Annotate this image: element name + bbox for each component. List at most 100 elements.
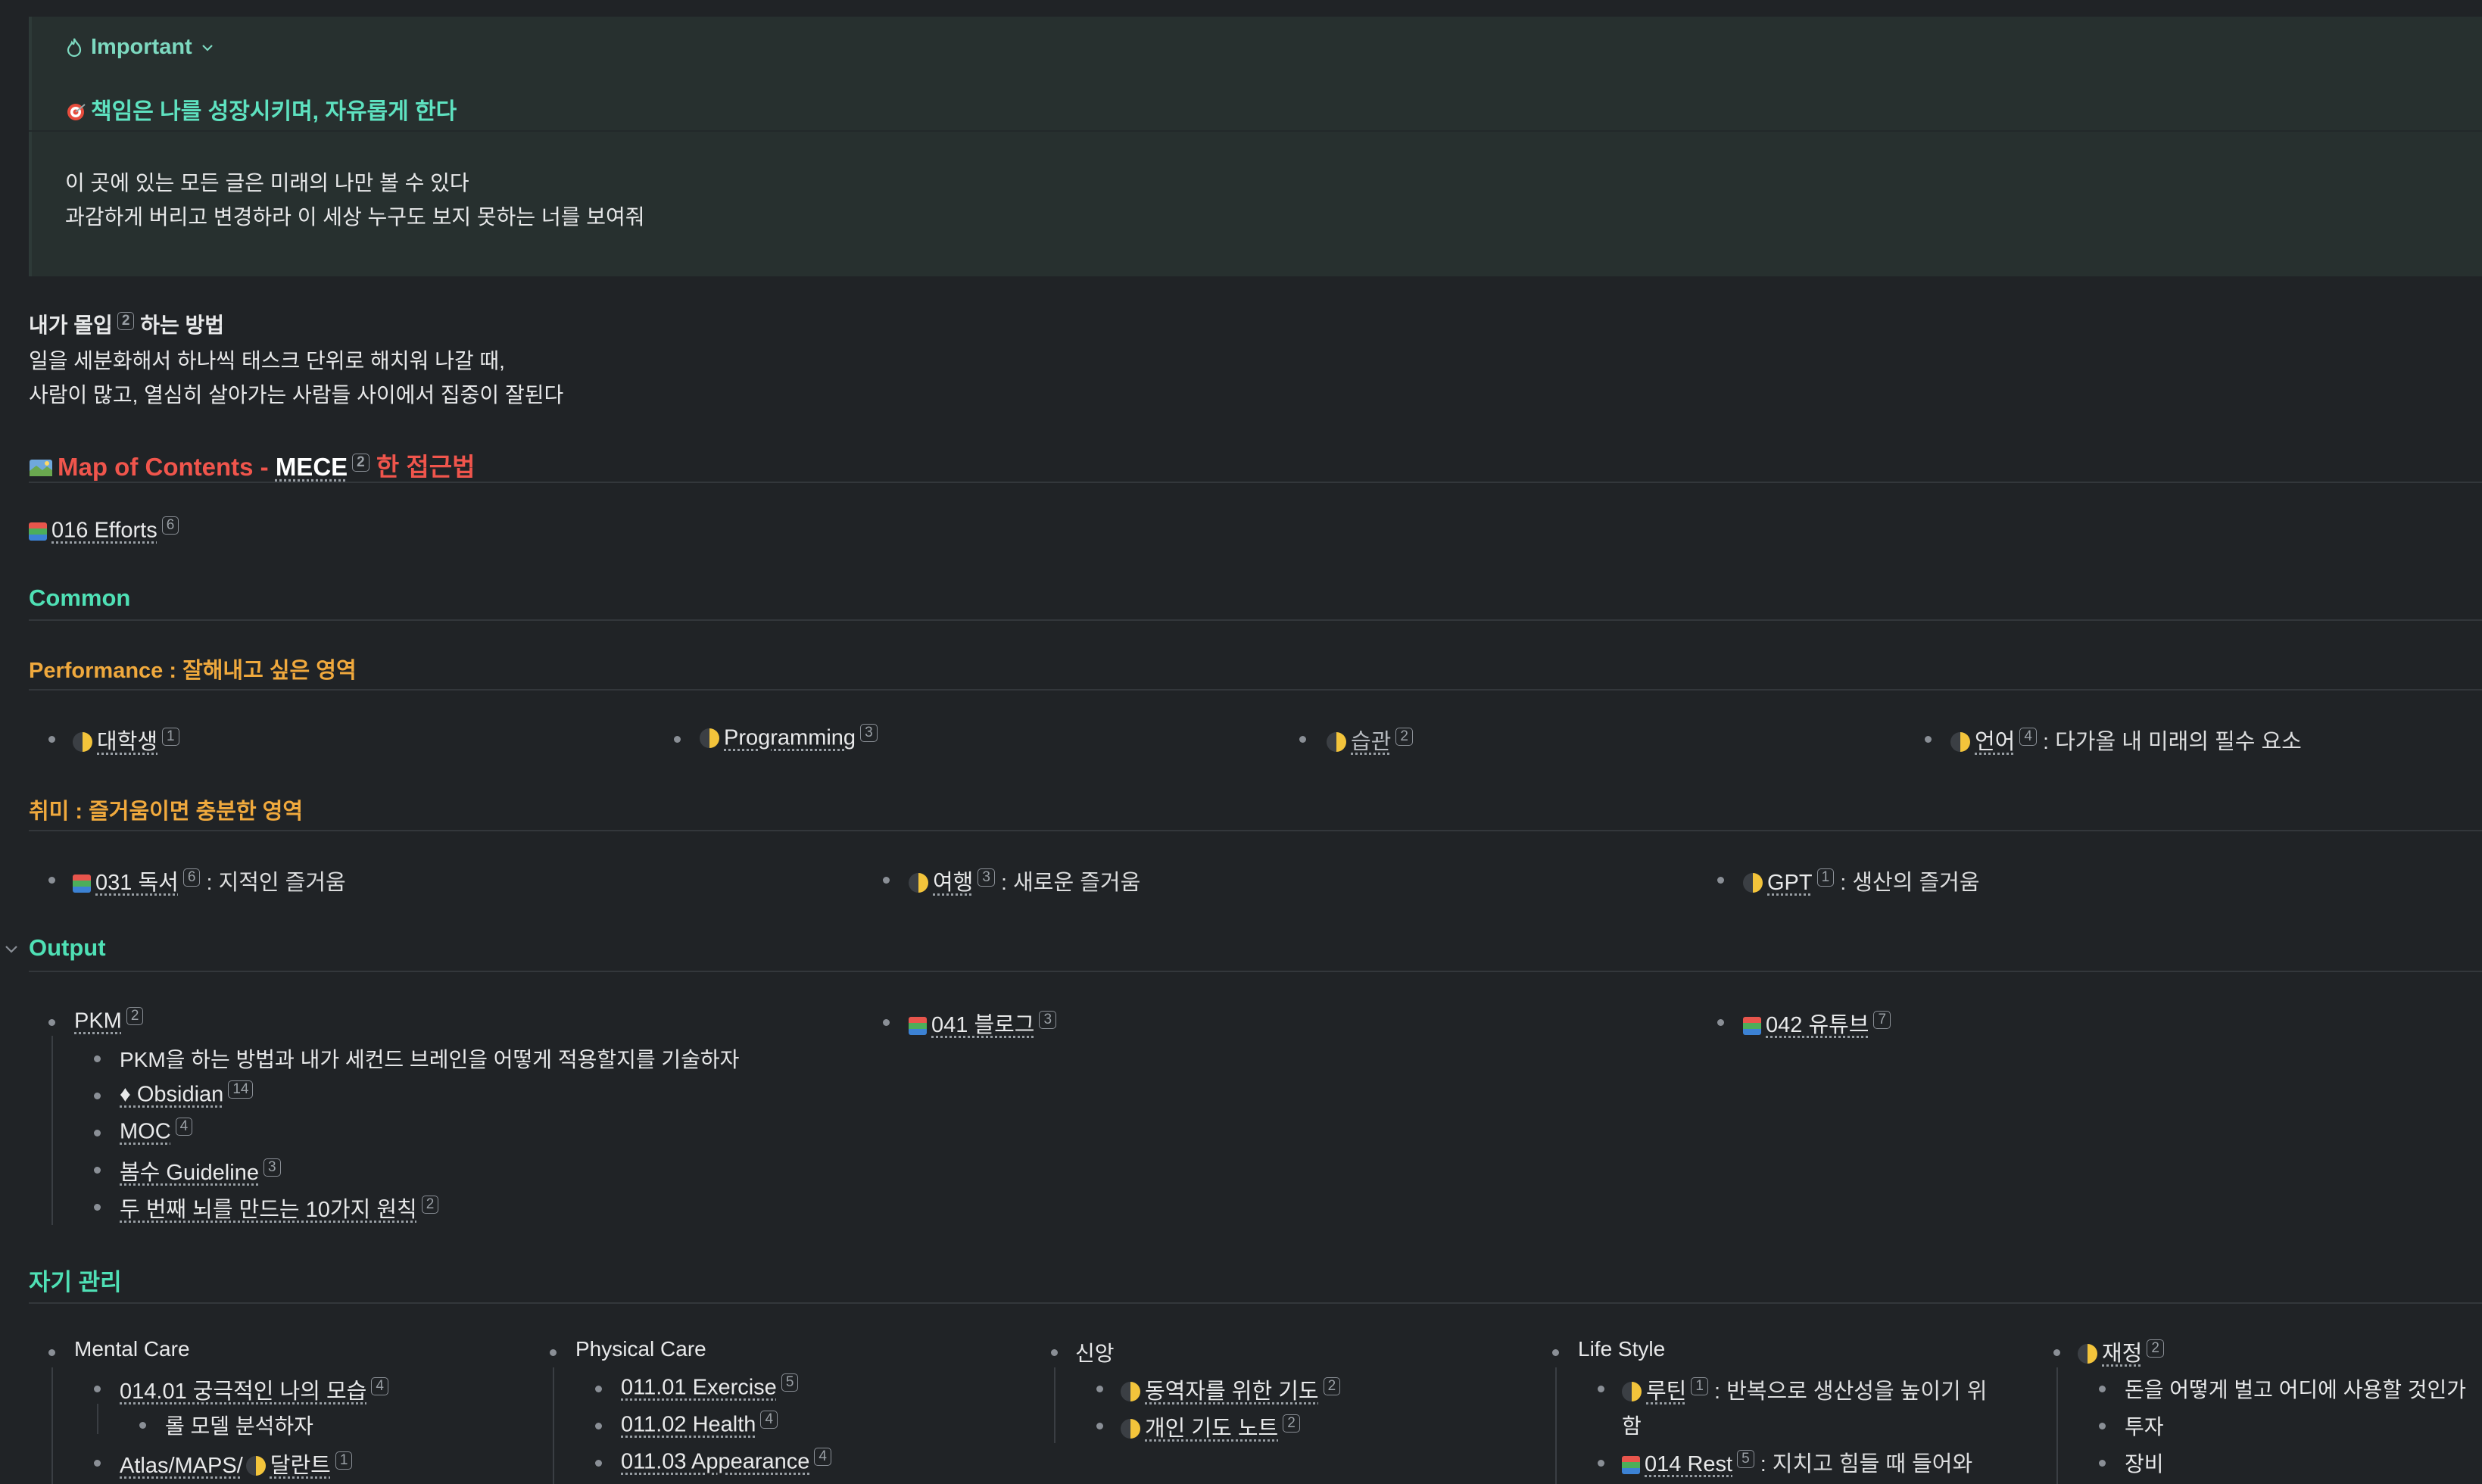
link-count-badge: 6 (161, 516, 179, 535)
guideline-link[interactable]: 봄수 Guideline (120, 1161, 259, 1185)
link-count-badge: 6 (182, 868, 201, 887)
blog-link[interactable]: 041 블로그 (931, 1013, 1034, 1037)
list-item[interactable]: 언어 4 : 다가올 내 미래의 필수 요소 (1950, 724, 2302, 756)
link-count-badge: 4 (2019, 728, 2037, 747)
appearance-link[interactable]: 011.03 Appearance (621, 1450, 809, 1474)
list-item[interactable]: 041 블로그 3 (909, 1007, 1057, 1039)
list-item[interactable]: 042 유튜브 7 (1743, 1007, 1891, 1039)
list-item[interactable]: 011.02 Health 4 (621, 1411, 778, 1438)
goal-text: 책임은 나를 성장시키며, 자유롭게 한다 (91, 99, 457, 124)
obsidian-link[interactable]: ♦ Obsidian (120, 1083, 223, 1107)
indent-guide (1054, 1367, 1055, 1443)
bullet (1051, 1349, 1058, 1356)
university-link[interactable]: 대학생 (97, 730, 157, 754)
divider (29, 482, 2482, 483)
list-item[interactable]: Atlas/MAPS/달란트 1 (120, 1448, 353, 1479)
divider (29, 619, 2482, 621)
youtube-link[interactable]: 042 유튜브 (1766, 1013, 1869, 1037)
reading-link[interactable]: 031 독서 (95, 871, 179, 895)
list-item[interactable]: 재정 2 (2078, 1336, 2164, 1367)
health-link[interactable]: 011.02 Health (621, 1413, 756, 1437)
efforts-link[interactable]: 016 Efforts (51, 519, 157, 543)
moon-icon (1121, 1419, 1140, 1439)
bullet (1717, 877, 1724, 884)
list-item[interactable]: PKM 2 (74, 1007, 144, 1034)
travel-link[interactable]: 여행 (933, 871, 973, 895)
link-count-badge: 4 (371, 1377, 388, 1396)
moon-icon (245, 1456, 266, 1476)
efforts-link-row[interactable]: 016 Efforts 6 (29, 516, 179, 544)
list-item[interactable]: 014.01 궁극적인 나의 모습 4 (120, 1373, 388, 1405)
list-item[interactable]: Programming 3 (700, 724, 878, 751)
pkm-link[interactable]: PKM (74, 1009, 122, 1034)
output-heading[interactable]: Output (29, 934, 106, 962)
bullet (550, 1349, 557, 1356)
list-item[interactable]: 동역자를 위한 기도 2 (1121, 1373, 1341, 1405)
callout-header[interactable]: Important (65, 35, 215, 60)
map-icon (30, 460, 52, 476)
link-count-badge: 2 (126, 1007, 144, 1025)
list-item[interactable]: 011.03 Appearance 4 (621, 1448, 831, 1475)
chevron-down-icon[interactable] (200, 40, 215, 55)
ultimate-self-link[interactable]: 014.01 궁극적인 나의 모습 (120, 1380, 366, 1404)
hobby-heading: 취미 : 즐거움이면 충분한 영역 (29, 800, 304, 824)
moon-icon (909, 873, 928, 893)
link-count-badge: 1 (1691, 1377, 1708, 1396)
rest-link[interactable]: 014 Rest (1645, 1452, 1732, 1476)
bullet (94, 1055, 101, 1062)
mental-care-title: Mental Care (74, 1337, 190, 1361)
finance-link[interactable]: 재정 (2102, 1342, 2142, 1366)
list-item[interactable]: 봄수 Guideline 3 (120, 1155, 281, 1186)
lifestyle-title: Life Style (1578, 1337, 1666, 1361)
link-count-badge: 7 (1873, 1011, 1891, 1030)
indent-guide (1555, 1367, 1557, 1484)
link-count-badge: 2 (352, 454, 369, 472)
list-item[interactable]: MOC 4 (120, 1118, 193, 1145)
item-suffix: : 반복으로 생산성을 높이기 위 (1714, 1380, 1988, 1404)
atlas-maps-link[interactable]: Atlas/MAPS/ (120, 1454, 243, 1478)
link-count-badge: 1 (162, 728, 179, 747)
habit-link[interactable]: 습관 (1351, 730, 1391, 754)
focus-title-a: 내가 몰입 (29, 313, 113, 337)
link-count-badge: 1 (1816, 868, 1835, 887)
bullet (883, 877, 890, 884)
link-count-badge: 4 (760, 1411, 778, 1429)
talent-link[interactable]: 달란트 (270, 1454, 331, 1478)
exercise-link[interactable]: 011.01 Exercise (621, 1376, 777, 1400)
list-item[interactable]: 여행 3 : 새로운 즐거움 (909, 865, 1140, 896)
gpt-link[interactable]: GPT (1767, 871, 1813, 895)
bullet (595, 1460, 602, 1467)
principles-link[interactable]: 두 번째 뇌를 만드는 10가지 원칙 (120, 1198, 417, 1222)
moc-title-a: Map of Contents - (58, 453, 276, 481)
list-item[interactable]: 대학생 1 (73, 724, 179, 756)
bullet (48, 736, 55, 743)
list-item[interactable]: GPT 1 : 생산의 즐거움 (1743, 865, 1980, 896)
list-item[interactable]: 습관 2 (1327, 724, 1413, 756)
books-icon (909, 1017, 927, 1035)
language-link[interactable]: 언어 (1975, 730, 2015, 754)
mece-link[interactable]: MECE (276, 453, 348, 481)
list-item[interactable]: 031 독서 6 : 지적인 즐거움 (73, 865, 346, 896)
bullet (1717, 1019, 1724, 1026)
bullet (1552, 1349, 1559, 1356)
callout-line-2: 과감하게 버리고 변경하라 이 세상 누구도 보지 못하는 너를 보여줘 (65, 205, 645, 229)
list-item[interactable]: 개인 기도 노트 2 (1121, 1411, 1300, 1442)
books-icon (1622, 1456, 1640, 1474)
routine-link[interactable]: 루틴 (1646, 1380, 1686, 1404)
list-item[interactable]: 루틴 1 : 반복으로 생산성을 높이기 위 (1622, 1373, 1987, 1405)
list-item[interactable]: 두 번째 뇌를 만드는 10가지 원칙 2 (120, 1192, 439, 1224)
moc-link[interactable]: MOC (120, 1120, 171, 1144)
list-item[interactable]: ♦ Obsidian 14 (120, 1080, 254, 1108)
link-count-badge: 14 (228, 1080, 254, 1099)
list-item[interactable]: 011.01 Exercise 5 (621, 1373, 799, 1401)
link-count-badge: 2 (117, 311, 135, 330)
bullet (2099, 1386, 2106, 1392)
chevron-down-icon[interactable] (3, 940, 20, 957)
prayer-note-link[interactable]: 개인 기도 노트 (1145, 1417, 1278, 1441)
bullet (674, 736, 681, 743)
programming-link[interactable]: Programming (724, 726, 856, 750)
bullet (883, 1019, 890, 1026)
prayer-partner-link[interactable]: 동역자를 위한 기도 (1145, 1380, 1319, 1404)
moon-icon (1622, 1382, 1642, 1401)
list-item[interactable]: 014 Rest 5 : 지치고 힘들 때 들어와 (1622, 1446, 1972, 1478)
